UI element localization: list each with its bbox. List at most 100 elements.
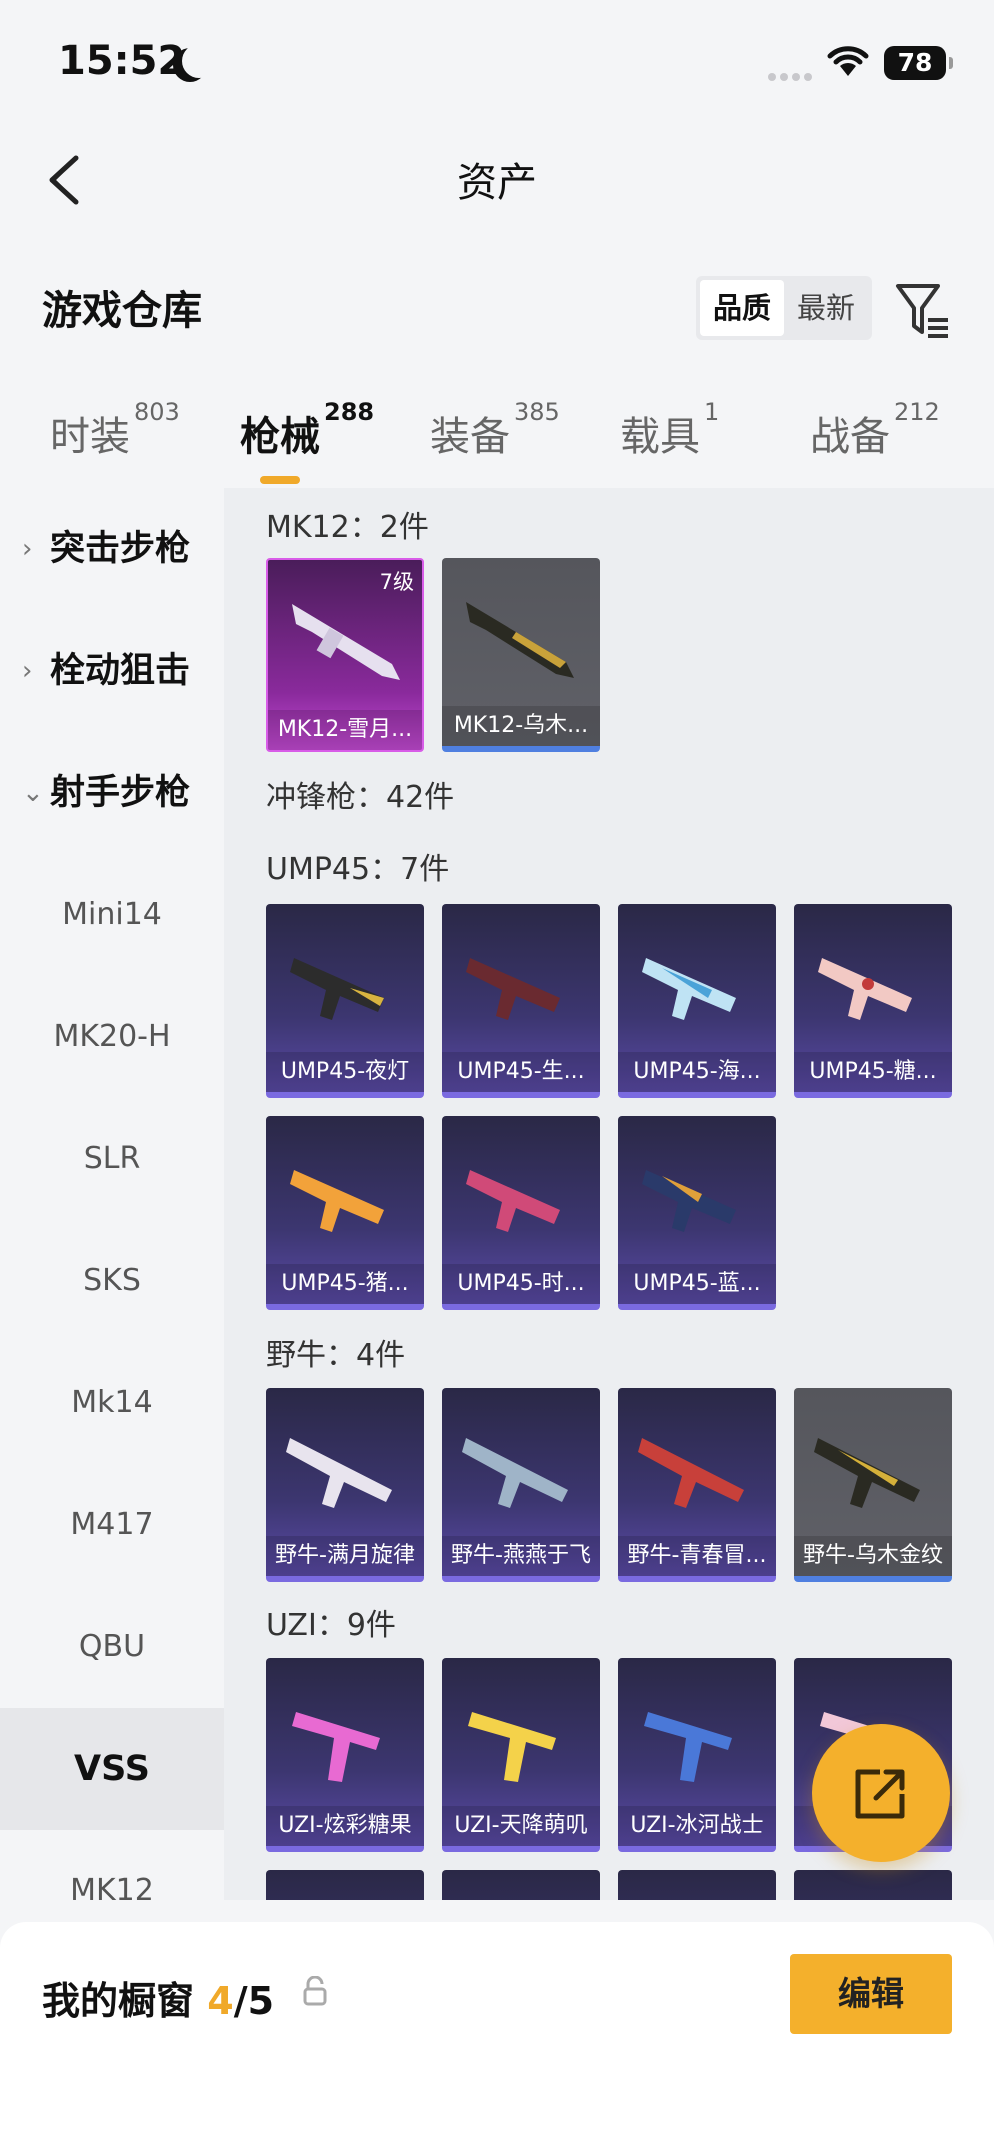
item-name: UMP45-生... — [442, 1052, 600, 1092]
smg-icon — [642, 958, 736, 1020]
uzi-icon — [292, 1712, 380, 1782]
smg-icon — [290, 1170, 384, 1232]
item-name: 野牛-青春冒... — [618, 1536, 776, 1576]
sidebar-item-mk12[interactable]: MK12 — [0, 1830, 224, 1900]
item-name: UMP45-糖... — [794, 1052, 952, 1092]
item-card[interactable]: 野牛-满月旋律 — [266, 1388, 424, 1582]
nav-bar: 资产 — [0, 120, 994, 232]
sidebar-item-m417[interactable]: M417 — [0, 1464, 224, 1586]
share-button[interactable] — [812, 1724, 950, 1862]
item-card[interactable]: UMP45-糖... — [794, 904, 952, 1098]
uzi-icon — [644, 1712, 732, 1782]
wifi-icon — [827, 46, 869, 76]
smg-icon — [642, 1170, 736, 1232]
category-label-uzi: UZI：9件 — [266, 1608, 396, 1643]
smg-icon — [814, 1438, 920, 1508]
section-header: 游戏仓库 品质 最新 — [0, 260, 994, 350]
item-name: UZI-冰河战士 — [618, 1806, 776, 1846]
item-card[interactable] — [266, 1870, 424, 1900]
item-name: UZI-天降萌叽 — [442, 1806, 600, 1846]
item-card[interactable]: 野牛-燕燕于飞 — [442, 1388, 600, 1582]
moon-icon — [182, 44, 216, 78]
item-card[interactable] — [442, 1870, 600, 1900]
item-card[interactable]: MK12-乌木... — [442, 558, 600, 752]
smg-icon — [462, 1438, 568, 1508]
item-card[interactable]: 野牛-乌木金纹 — [794, 1388, 952, 1582]
sidebar-item-qbu[interactable]: QBU — [0, 1586, 224, 1708]
showcase-count: 4 — [207, 1979, 234, 2023]
showcase-title: 我的橱窗 4/5 — [42, 1979, 275, 2023]
edit-button[interactable]: 编辑 — [790, 1954, 952, 2034]
uzi-icon — [468, 1712, 556, 1782]
sidebar-item-sks[interactable]: SKS — [0, 1220, 224, 1342]
item-name: UZI-炫彩糖果 — [266, 1806, 424, 1846]
item-card[interactable]: UMP45-夜灯 — [266, 904, 424, 1098]
item-grid: MK12：2件 7级 MK12-雪月... MK12-乌木... 冲锋枪：42件… — [224, 488, 994, 1900]
item-name: UMP45-夜灯 — [266, 1052, 424, 1092]
item-name: UMP45-海... — [618, 1052, 776, 1092]
sidebar-item-slr[interactable]: SLR — [0, 1098, 224, 1220]
item-card[interactable]: UZI-天降萌叽 — [442, 1658, 600, 1852]
status-time: 15:52 — [58, 38, 186, 84]
chevron-down-icon: ⌄ — [22, 778, 44, 808]
sort-option-newest[interactable]: 最新 — [784, 280, 868, 336]
sidebar-item-mk20h[interactable]: MK20-H — [0, 976, 224, 1098]
tab-costume[interactable]: 时装803 — [50, 398, 180, 462]
sidebar: › 突击步枪 › 栓动狙击 ⌄ 射手步枪 Mini14 MK20-H SLR SKS … — [0, 488, 224, 1900]
smg-icon — [638, 1438, 744, 1508]
category-tabs: 时装803 枪械288 装备385 载具1 战备212 — [0, 390, 994, 484]
category-label-ump45: UMP45：7件 — [266, 852, 450, 887]
smg-icon — [290, 958, 384, 1020]
battery-indicator: 78 — [884, 46, 953, 80]
sidebar-group-marksman-rifle[interactable]: ⌄ 射手步枪 — [0, 732, 224, 854]
item-name: MK12-乌木... — [442, 706, 600, 746]
tab-gear[interactable]: 战备212 — [810, 398, 940, 462]
category-label-mk12: MK12：2件 — [266, 510, 429, 545]
page-title: 资产 — [457, 160, 537, 206]
item-name: 野牛-满月旋律 — [266, 1536, 424, 1576]
smg-icon — [818, 958, 912, 1020]
showcase-total: /5 — [233, 1979, 275, 2023]
sidebar-item-vss[interactable]: VSS — [0, 1708, 224, 1830]
chevron-right-icon: › — [22, 656, 33, 686]
tab-underline — [260, 476, 300, 484]
filter-icon[interactable] — [894, 280, 952, 340]
item-card[interactable]: UZI-冰河战士 — [618, 1658, 776, 1852]
smg-icon — [466, 1170, 560, 1232]
item-name: 野牛-燕燕于飞 — [442, 1536, 600, 1576]
tab-guns[interactable]: 枪械288 — [240, 398, 374, 484]
sidebar-group-bolt-sniper[interactable]: › 栓动狙击 — [0, 610, 224, 732]
sidebar-item-mk14[interactable]: Mk14 — [0, 1342, 224, 1464]
item-card[interactable]: 野牛-青春冒... — [618, 1388, 776, 1582]
tab-equipment[interactable]: 装备385 — [430, 398, 560, 462]
item-card[interactable]: UMP45-猪... — [266, 1116, 424, 1310]
sort-segment: 品质 最新 — [696, 276, 872, 340]
item-name: 野牛-乌木金纹 — [794, 1536, 952, 1576]
item-name: UMP45-时... — [442, 1264, 600, 1304]
chevron-right-icon: › — [22, 534, 33, 564]
item-card[interactable]: UMP45-蓝... — [618, 1116, 776, 1310]
share-icon — [855, 1769, 905, 1819]
sidebar-group-assault-rifle[interactable]: › 突击步枪 — [0, 488, 224, 610]
item-card[interactable]: UMP45-生... — [442, 904, 600, 1098]
rifle-icon — [466, 602, 574, 678]
item-card[interactable] — [618, 1870, 776, 1900]
signal-icon — [768, 66, 816, 85]
category-label-smg: 冲锋枪：42件 — [266, 780, 455, 815]
smg-icon — [286, 1438, 392, 1508]
section-title: 游戏仓库 — [42, 288, 202, 334]
item-card[interactable]: 7级 MK12-雪月... — [266, 558, 424, 752]
item-card[interactable] — [794, 1870, 952, 1900]
sidebar-item-mini14[interactable]: Mini14 — [0, 854, 224, 976]
item-name: MK12-雪月... — [268, 710, 422, 750]
lock-icon — [303, 1976, 327, 2006]
item-name: UMP45-猪... — [266, 1264, 424, 1304]
item-card[interactable]: UZI-炫彩糖果 — [266, 1658, 424, 1852]
sort-option-quality[interactable]: 品质 — [700, 280, 784, 336]
smg-icon — [466, 958, 560, 1020]
showcase-bar: 我的橱窗 4/5 编辑 — [0, 1922, 994, 2152]
item-card[interactable]: UMP45-海... — [618, 904, 776, 1098]
tab-vehicle[interactable]: 载具1 — [620, 398, 719, 462]
status-bar: 15:52 78 — [0, 0, 994, 120]
item-card[interactable]: UMP45-时... — [442, 1116, 600, 1310]
